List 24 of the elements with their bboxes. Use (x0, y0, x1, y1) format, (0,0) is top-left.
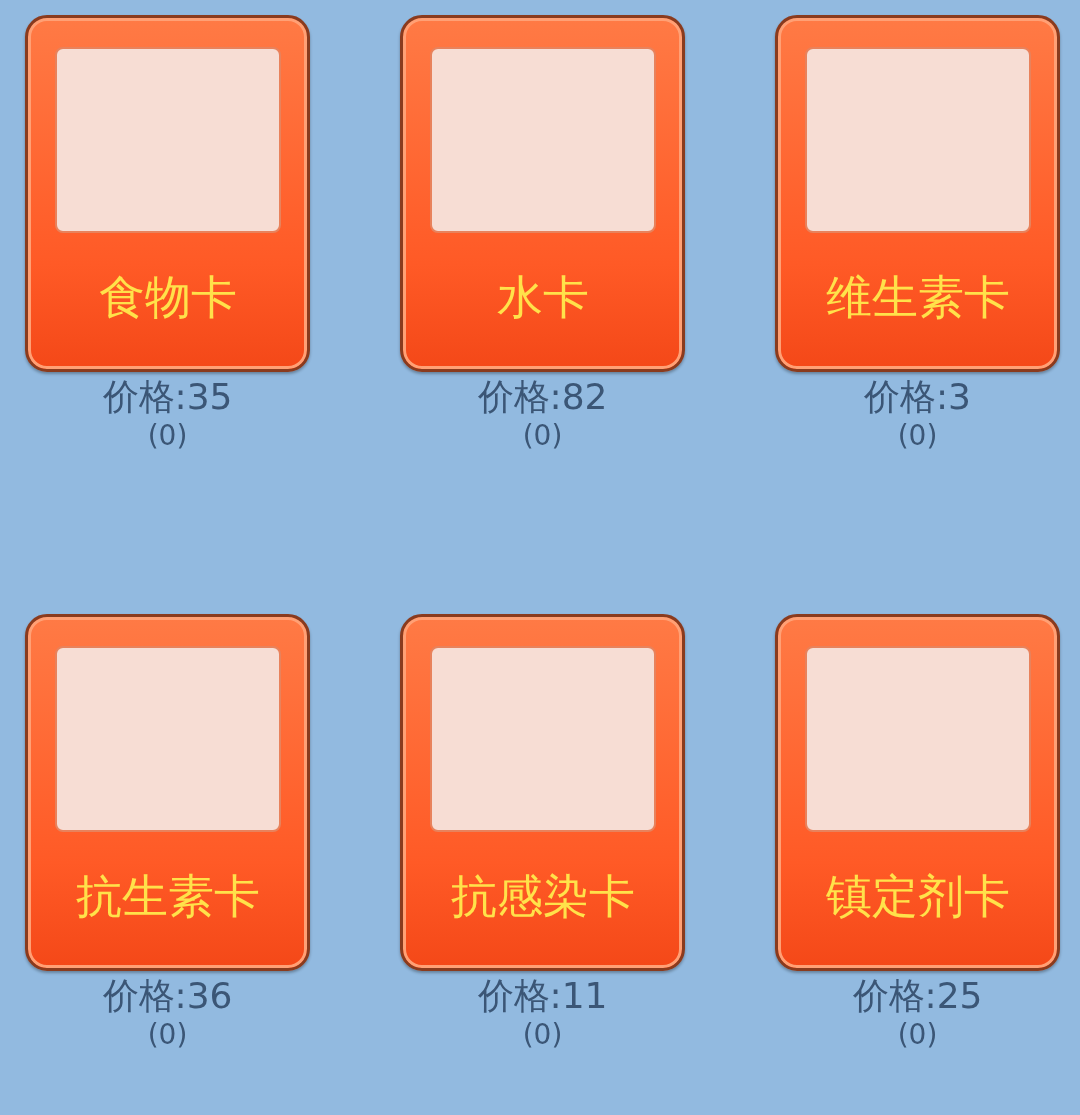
card-title: 抗生素卡 (75, 868, 260, 924)
card[interactable]: 维生素卡 (775, 15, 1060, 372)
card-title: 水卡 (496, 269, 589, 325)
card-title: 维生素卡 (825, 269, 1010, 325)
count-label: (0) (897, 1017, 938, 1053)
card[interactable]: 抗感染卡 (400, 614, 685, 971)
card-title: 镇定剂卡 (825, 868, 1010, 924)
price-label: 价格:35 (102, 376, 233, 418)
count-label: (0) (147, 1017, 188, 1053)
count-label: (0) (522, 1017, 563, 1053)
card[interactable]: 水卡 (400, 15, 685, 372)
count-label: (0) (147, 418, 188, 454)
price-label: 价格:11 (477, 975, 608, 1017)
price-label: 价格:82 (477, 376, 608, 418)
card[interactable]: 抗生素卡 (25, 614, 310, 971)
price-label: 价格:25 (852, 975, 983, 1017)
price-label: 价格:3 (863, 376, 971, 418)
card[interactable]: 食物卡 (25, 15, 310, 372)
count-label: (0) (522, 418, 563, 454)
card-title: 食物卡 (98, 269, 237, 325)
price-label: 价格:36 (102, 975, 233, 1017)
card[interactable]: 镇定剂卡 (775, 614, 1060, 971)
card-title: 抗感染卡 (450, 868, 635, 924)
count-label: (0) (897, 418, 938, 454)
